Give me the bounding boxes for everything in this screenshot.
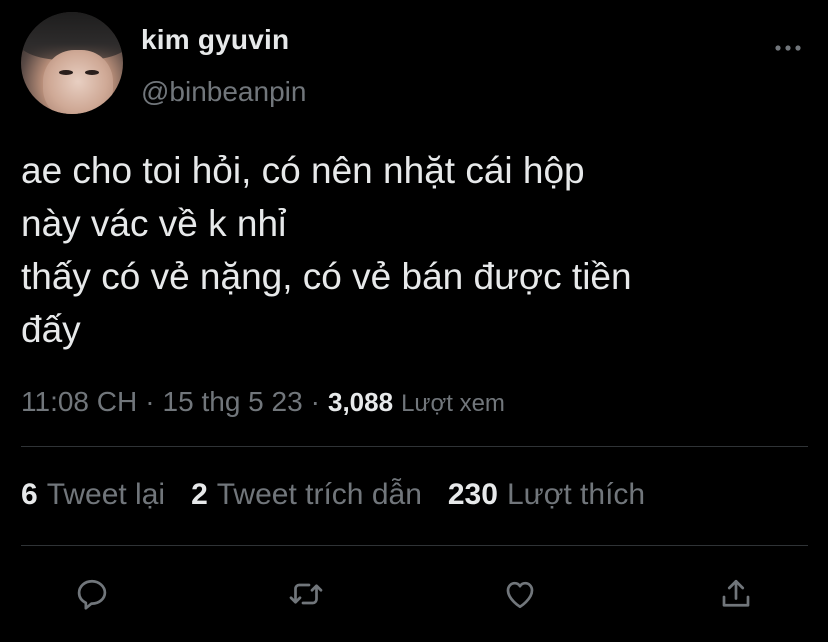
meta-separator: · bbox=[310, 386, 320, 417]
more-horizontal-icon bbox=[775, 45, 801, 51]
tweet-date[interactable]: 15 thg 5 23 bbox=[163, 386, 303, 418]
likes-label[interactable]: Lượt thích bbox=[507, 478, 645, 512]
tweet-time[interactable]: 11:08 CH bbox=[21, 386, 137, 418]
retweets-label[interactable]: Tweet lại bbox=[47, 478, 165, 512]
author-display-name[interactable]: kim gyuvin bbox=[141, 24, 289, 56]
views-label: Lượt xem bbox=[401, 390, 505, 417]
retweet-button[interactable] bbox=[287, 575, 325, 613]
tweet-text-line: này vác về k nhỉ bbox=[21, 203, 287, 244]
share-button[interactable] bbox=[717, 575, 755, 613]
avatar-eye-left bbox=[59, 70, 73, 75]
author-handle[interactable]: @binbeanpin bbox=[141, 76, 306, 108]
views-count: 3,088 bbox=[328, 387, 394, 417]
retweet-icon bbox=[289, 583, 323, 605]
like-button[interactable] bbox=[501, 575, 539, 613]
reply-icon bbox=[77, 579, 107, 610]
avatar[interactable] bbox=[21, 12, 123, 114]
retweets-count[interactable]: 6 bbox=[21, 478, 38, 512]
more-options-button[interactable] bbox=[774, 40, 802, 51]
avatar-eye-right bbox=[85, 70, 99, 75]
reply-button[interactable] bbox=[73, 575, 111, 613]
meta-separator: · bbox=[145, 386, 155, 417]
heart-icon bbox=[506, 581, 534, 609]
share-icon bbox=[722, 579, 750, 607]
tweet-metadata: 11:08 CH · 15 thg 5 23 · 3,088 Lượt xem bbox=[21, 386, 505, 418]
likes-count[interactable]: 230 bbox=[448, 478, 498, 512]
tweet-text-line: ae cho toi hỏi, có nên nhặt cái hộp bbox=[21, 150, 585, 191]
divider bbox=[21, 545, 808, 546]
tweet-text-line: thấy có vẻ nặng, có vẻ bán được tiền bbox=[21, 256, 632, 297]
tweet-detail: kim gyuvin @binbeanpin ae cho toi hỏi, c… bbox=[0, 0, 828, 642]
tweet-text-line: đấy bbox=[21, 309, 81, 350]
avatar-face bbox=[43, 50, 113, 114]
quotes-label[interactable]: Tweet trích dẫn bbox=[217, 478, 422, 512]
engagement-stats: 6 Tweet lại 2 Tweet trích dẫn 230 Lượt t… bbox=[21, 478, 671, 512]
divider bbox=[21, 446, 808, 447]
quotes-count[interactable]: 2 bbox=[191, 478, 208, 512]
tweet-text: ae cho toi hỏi, có nên nhặt cái hộp này … bbox=[21, 144, 811, 356]
